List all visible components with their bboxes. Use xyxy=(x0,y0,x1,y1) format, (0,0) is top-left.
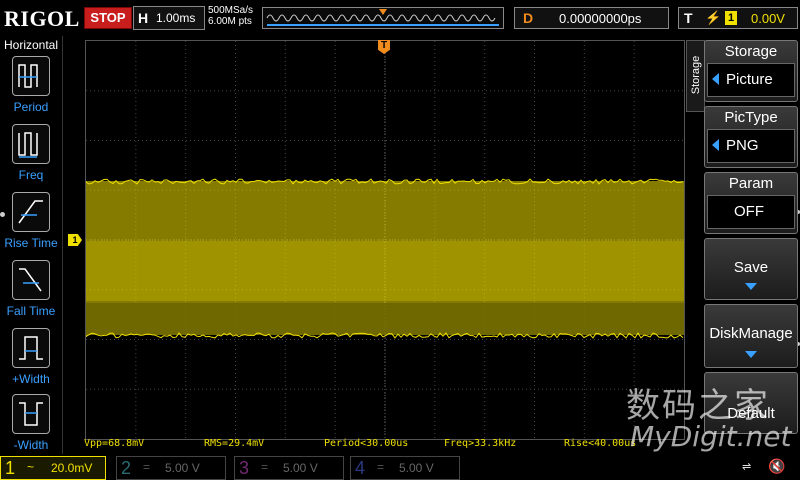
channel-1-scale: 20.0mV xyxy=(51,461,92,475)
measure-positive-width-label: +Width xyxy=(0,372,62,386)
timebase-box[interactable]: H 1.00ms xyxy=(133,6,205,30)
left-arrow-icon xyxy=(712,139,719,151)
channel-4-number: 4 xyxy=(355,458,365,479)
channel-4-scale: 5.00 V xyxy=(399,461,434,475)
measure-fall-time[interactable]: Fall Time xyxy=(0,260,62,326)
channel-1-number: 1 xyxy=(5,458,15,479)
softkey-param-title: Param xyxy=(705,175,797,192)
softkey-storage-type[interactable]: Storage Picture xyxy=(704,40,798,102)
left-menu-title: Horizontal xyxy=(0,38,62,52)
trigger-channel: 1 xyxy=(725,11,737,25)
measurement-period[interactable]: Period<30.00us xyxy=(324,438,408,449)
measure-negative-width[interactable]: -Width xyxy=(0,394,62,460)
waveform-display[interactable] xyxy=(85,40,685,440)
softkey-param-value: OFF xyxy=(707,195,795,229)
usb-icon: ⇌ xyxy=(742,460,751,473)
channel-1-box[interactable]: 1 ~ 20.0mV xyxy=(0,456,106,480)
trigger-level: 0.00V xyxy=(751,11,785,26)
channel-3-box[interactable]: 3 = 5.00 V xyxy=(234,456,344,480)
down-arrow-icon xyxy=(745,283,757,290)
trigger-box[interactable]: T ⚡ 1 0.00V xyxy=(678,7,798,29)
sample-rate: 500MSa/s xyxy=(208,5,253,16)
softkey-param[interactable]: Param OFF xyxy=(704,172,798,234)
top-bar: RIGOL STOP H 1.00ms 500MSa/s 6.00M pts D… xyxy=(0,0,800,36)
memory-timeline[interactable] xyxy=(262,7,504,29)
timebase-label: H xyxy=(138,10,148,26)
measurement-vpp[interactable]: Vpp=68.8mV xyxy=(84,438,144,449)
trigger-label: T xyxy=(684,10,693,26)
ch1-waveform xyxy=(86,179,684,338)
memory-depth: 6.00M pts xyxy=(208,16,253,27)
negative-width-icon xyxy=(12,394,50,434)
softkey-pictype-title: PicType xyxy=(705,109,797,126)
trigger-position-marker xyxy=(379,9,387,15)
measure-period[interactable]: Period xyxy=(0,56,62,122)
speaker-mute-icon[interactable]: 🔇 xyxy=(768,458,785,475)
softkey-storage-value: Picture xyxy=(707,63,795,97)
channel-3-number: 3 xyxy=(239,458,249,479)
softkey-save[interactable]: Save xyxy=(704,238,798,300)
channel-2-coupling: = xyxy=(143,460,150,474)
channel-1-coupling: ~ xyxy=(27,460,34,474)
softkey-diskmanage[interactable]: DiskManage xyxy=(704,304,798,368)
channel-4-box[interactable]: 4 = 5.00 V xyxy=(350,456,460,480)
left-measure-menu: Horizontal Period Freq Rise Time Fall Ti… xyxy=(0,36,63,454)
measure-fall-time-label: Fall Time xyxy=(0,304,62,318)
left-arrow-icon xyxy=(712,73,719,85)
timeline-wave xyxy=(263,8,503,28)
period-icon xyxy=(12,56,50,96)
watermark: 数码之家 MyDigit.net xyxy=(620,378,800,458)
ch1-offset-marker[interactable]: 1 xyxy=(68,234,82,246)
measurement-bar: Vpp=68.8mV RMS=29.4mV Period<30.00us Fre… xyxy=(84,437,694,451)
channel-4-coupling: = xyxy=(377,460,384,474)
measure-negative-width-label: -Width xyxy=(0,438,62,452)
measure-period-label: Period xyxy=(0,100,62,114)
channel-2-box[interactable]: 2 = 5.00 V xyxy=(116,456,226,480)
acquisition-info: 500MSa/s 6.00M pts xyxy=(208,5,253,27)
param-value-text: OFF xyxy=(734,203,764,220)
timebase-value: 1.00ms xyxy=(156,11,195,25)
menu-tab-label: Storage xyxy=(690,40,702,110)
measure-freq-label: Freq xyxy=(0,168,62,182)
delay-value: 0.00000000ps xyxy=(559,11,641,26)
softkey-diskmanage-label: DiskManage xyxy=(705,325,797,342)
softkey-storage-title: Storage xyxy=(705,43,797,60)
rise-time-icon xyxy=(12,192,50,232)
measure-rise-time-label: Rise Time xyxy=(0,236,62,250)
graticule xyxy=(86,41,684,439)
run-stop-indicator[interactable]: STOP xyxy=(84,7,132,29)
softkey-pictype[interactable]: PicType PNG xyxy=(704,106,798,168)
watermark-url: MyDigit.net xyxy=(630,420,791,453)
measurement-freq[interactable]: Freq>33.3kHz xyxy=(444,438,516,449)
channel-2-scale: 5.00 V xyxy=(165,461,200,475)
fall-time-icon xyxy=(12,260,50,300)
positive-width-icon xyxy=(12,328,50,368)
rising-edge-icon: ⚡ xyxy=(705,10,721,26)
pictype-value-text: PNG xyxy=(726,137,759,154)
channel-3-coupling: = xyxy=(261,460,268,474)
channel-2-number: 2 xyxy=(121,458,131,479)
storage-value-text: Picture xyxy=(726,71,773,88)
brand-logo: RIGOL xyxy=(4,6,80,32)
measure-rise-time[interactable]: Rise Time xyxy=(0,192,62,258)
measure-freq[interactable]: Freq xyxy=(0,124,62,190)
down-arrow-icon xyxy=(745,351,757,358)
softkey-pictype-value: PNG xyxy=(707,129,795,163)
delay-box[interactable]: D 0.00000000ps xyxy=(514,7,669,29)
softkey-save-label: Save xyxy=(705,259,797,276)
measure-positive-width[interactable]: +Width xyxy=(0,328,62,394)
measurement-rms[interactable]: RMS=29.4mV xyxy=(204,438,264,449)
menu-tab-storage[interactable]: Storage xyxy=(686,40,705,112)
channel-3-scale: 5.00 V xyxy=(283,461,318,475)
delay-label: D xyxy=(523,10,533,26)
freq-icon xyxy=(12,124,50,164)
